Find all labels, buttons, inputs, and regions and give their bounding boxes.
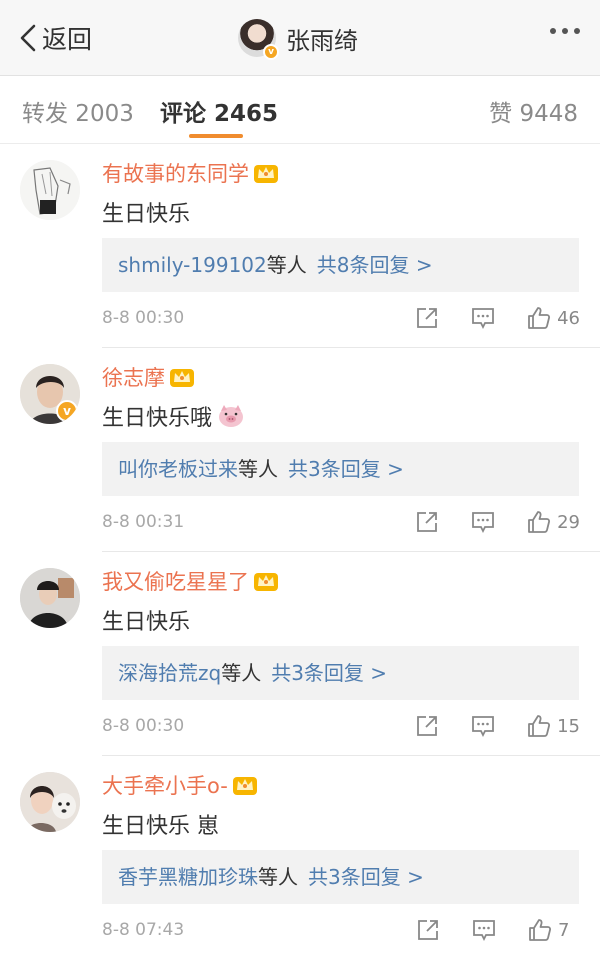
comment-timestamp: 8-8 00:31 (102, 512, 185, 532)
share-button[interactable] (415, 714, 439, 738)
comment-text: 生日快乐哦 (102, 400, 246, 432)
like-button[interactable]: 29 (527, 510, 580, 534)
share-icon (417, 308, 437, 328)
like-count: 7 (558, 919, 570, 941)
comment-item: 我又偷吃星星了 生日快乐 深海拾荒zq等人 共3条回复 > 8-8 00:30 1… (0, 552, 600, 756)
like-button[interactable]: 7 (528, 918, 580, 942)
comment-timestamp: 8-8 07:43 (102, 920, 185, 940)
person-with-dog-photo-icon (20, 772, 80, 832)
person-photo-icon (20, 568, 80, 628)
profile-title[interactable]: v 张雨绮 (238, 18, 358, 60)
tab-like[interactable]: 赞 9448 (489, 94, 578, 128)
reply-button[interactable] (471, 306, 495, 330)
comment-username[interactable]: 有故事的东同学 (102, 158, 279, 188)
thumbs-up-icon (528, 715, 551, 737)
comment-text: 生日快乐 崽 (102, 814, 219, 839)
comment-text: 生日快乐 (102, 202, 191, 227)
comment-text: 生日快乐 (102, 610, 191, 635)
comment-timestamp: 8-8 00:30 (102, 308, 185, 328)
reply-button[interactable] (471, 510, 495, 534)
comment-item: v 徐志摩 生日快乐哦 叫你老板过来等人 共3条回复 > 8-8 00:31 2… (0, 348, 600, 552)
tab-bar: 转发 2003 评论 2465 赞 9448 (0, 76, 600, 144)
share-icon (418, 920, 438, 940)
reply-button[interactable] (472, 918, 496, 942)
share-icon (417, 716, 437, 736)
sketch-figure-icon (20, 160, 80, 220)
verified-badge-icon: v (263, 44, 279, 60)
tab-comment[interactable]: 评论 2465 (160, 94, 278, 128)
thumbs-up-icon (528, 511, 551, 533)
reply-summary[interactable]: shmily-199102等人 共8条回复 > (102, 238, 579, 292)
share-icon (417, 512, 437, 532)
more-options-icon[interactable] (550, 28, 580, 34)
top-nav-bar: 返回 v 张雨绮 (0, 0, 600, 76)
comment-icon (472, 308, 494, 330)
comment-actions: 46 (383, 304, 580, 332)
pig-emoji-icon (219, 405, 244, 427)
comment-timestamp: 8-8 00:30 (102, 716, 185, 736)
avatar: v (238, 19, 279, 60)
comment-icon (473, 920, 495, 942)
member-crown-icon (232, 777, 257, 795)
like-count: 46 (557, 307, 580, 329)
comment-username[interactable]: 我又偷吃星星了 (102, 566, 279, 596)
tab-active-indicator (189, 134, 243, 138)
tab-repost[interactable]: 转发 2003 (22, 94, 134, 128)
member-crown-icon (170, 369, 194, 387)
comment-username[interactable]: 大手牵小手o- (102, 770, 258, 800)
avatar[interactable] (20, 160, 80, 220)
comment-icon (472, 512, 494, 534)
comment-item: 大手牵小手o- 生日快乐 崽 香芋黑糖加珍珠等人 共3条回复 > 8-8 07:4… (0, 756, 600, 960)
comment-actions: 15 (383, 712, 580, 740)
share-button[interactable] (416, 918, 440, 942)
back-button[interactable]: 返回 (18, 20, 92, 56)
reply-summary[interactable]: 深海拾荒zq等人 共3条回复 > (102, 646, 579, 700)
comment-actions: 29 (383, 508, 580, 536)
member-crown-icon (254, 165, 278, 183)
comment-actions: 7 (384, 916, 580, 944)
verified-badge-icon: v (56, 400, 78, 422)
reply-button[interactable] (471, 714, 495, 738)
comment-item: 有故事的东同学 生日快乐 shmily-199102等人 共8条回复 > 8-8 … (0, 144, 600, 348)
avatar[interactable]: v (20, 364, 80, 424)
share-button[interactable] (415, 510, 439, 534)
like-count: 29 (557, 511, 580, 533)
like-count: 15 (557, 715, 580, 737)
comment-username[interactable]: 徐志摩 (102, 362, 195, 392)
chevron-left-icon (20, 24, 36, 52)
back-label: 返回 (42, 25, 93, 54)
member-crown-icon (254, 573, 278, 591)
page-title: 张雨绮 (286, 26, 358, 55)
avatar[interactable] (20, 568, 80, 628)
like-button[interactable]: 15 (527, 714, 580, 738)
thumbs-up-icon (529, 919, 552, 941)
reply-summary[interactable]: 香芋黑糖加珍珠等人 共3条回复 > (102, 850, 579, 904)
reply-summary[interactable]: 叫你老板过来等人 共3条回复 > (102, 442, 579, 496)
thumbs-up-icon (528, 307, 551, 329)
like-button[interactable]: 46 (527, 306, 580, 330)
comment-icon (472, 716, 494, 738)
share-button[interactable] (415, 306, 439, 330)
avatar[interactable] (20, 772, 80, 832)
